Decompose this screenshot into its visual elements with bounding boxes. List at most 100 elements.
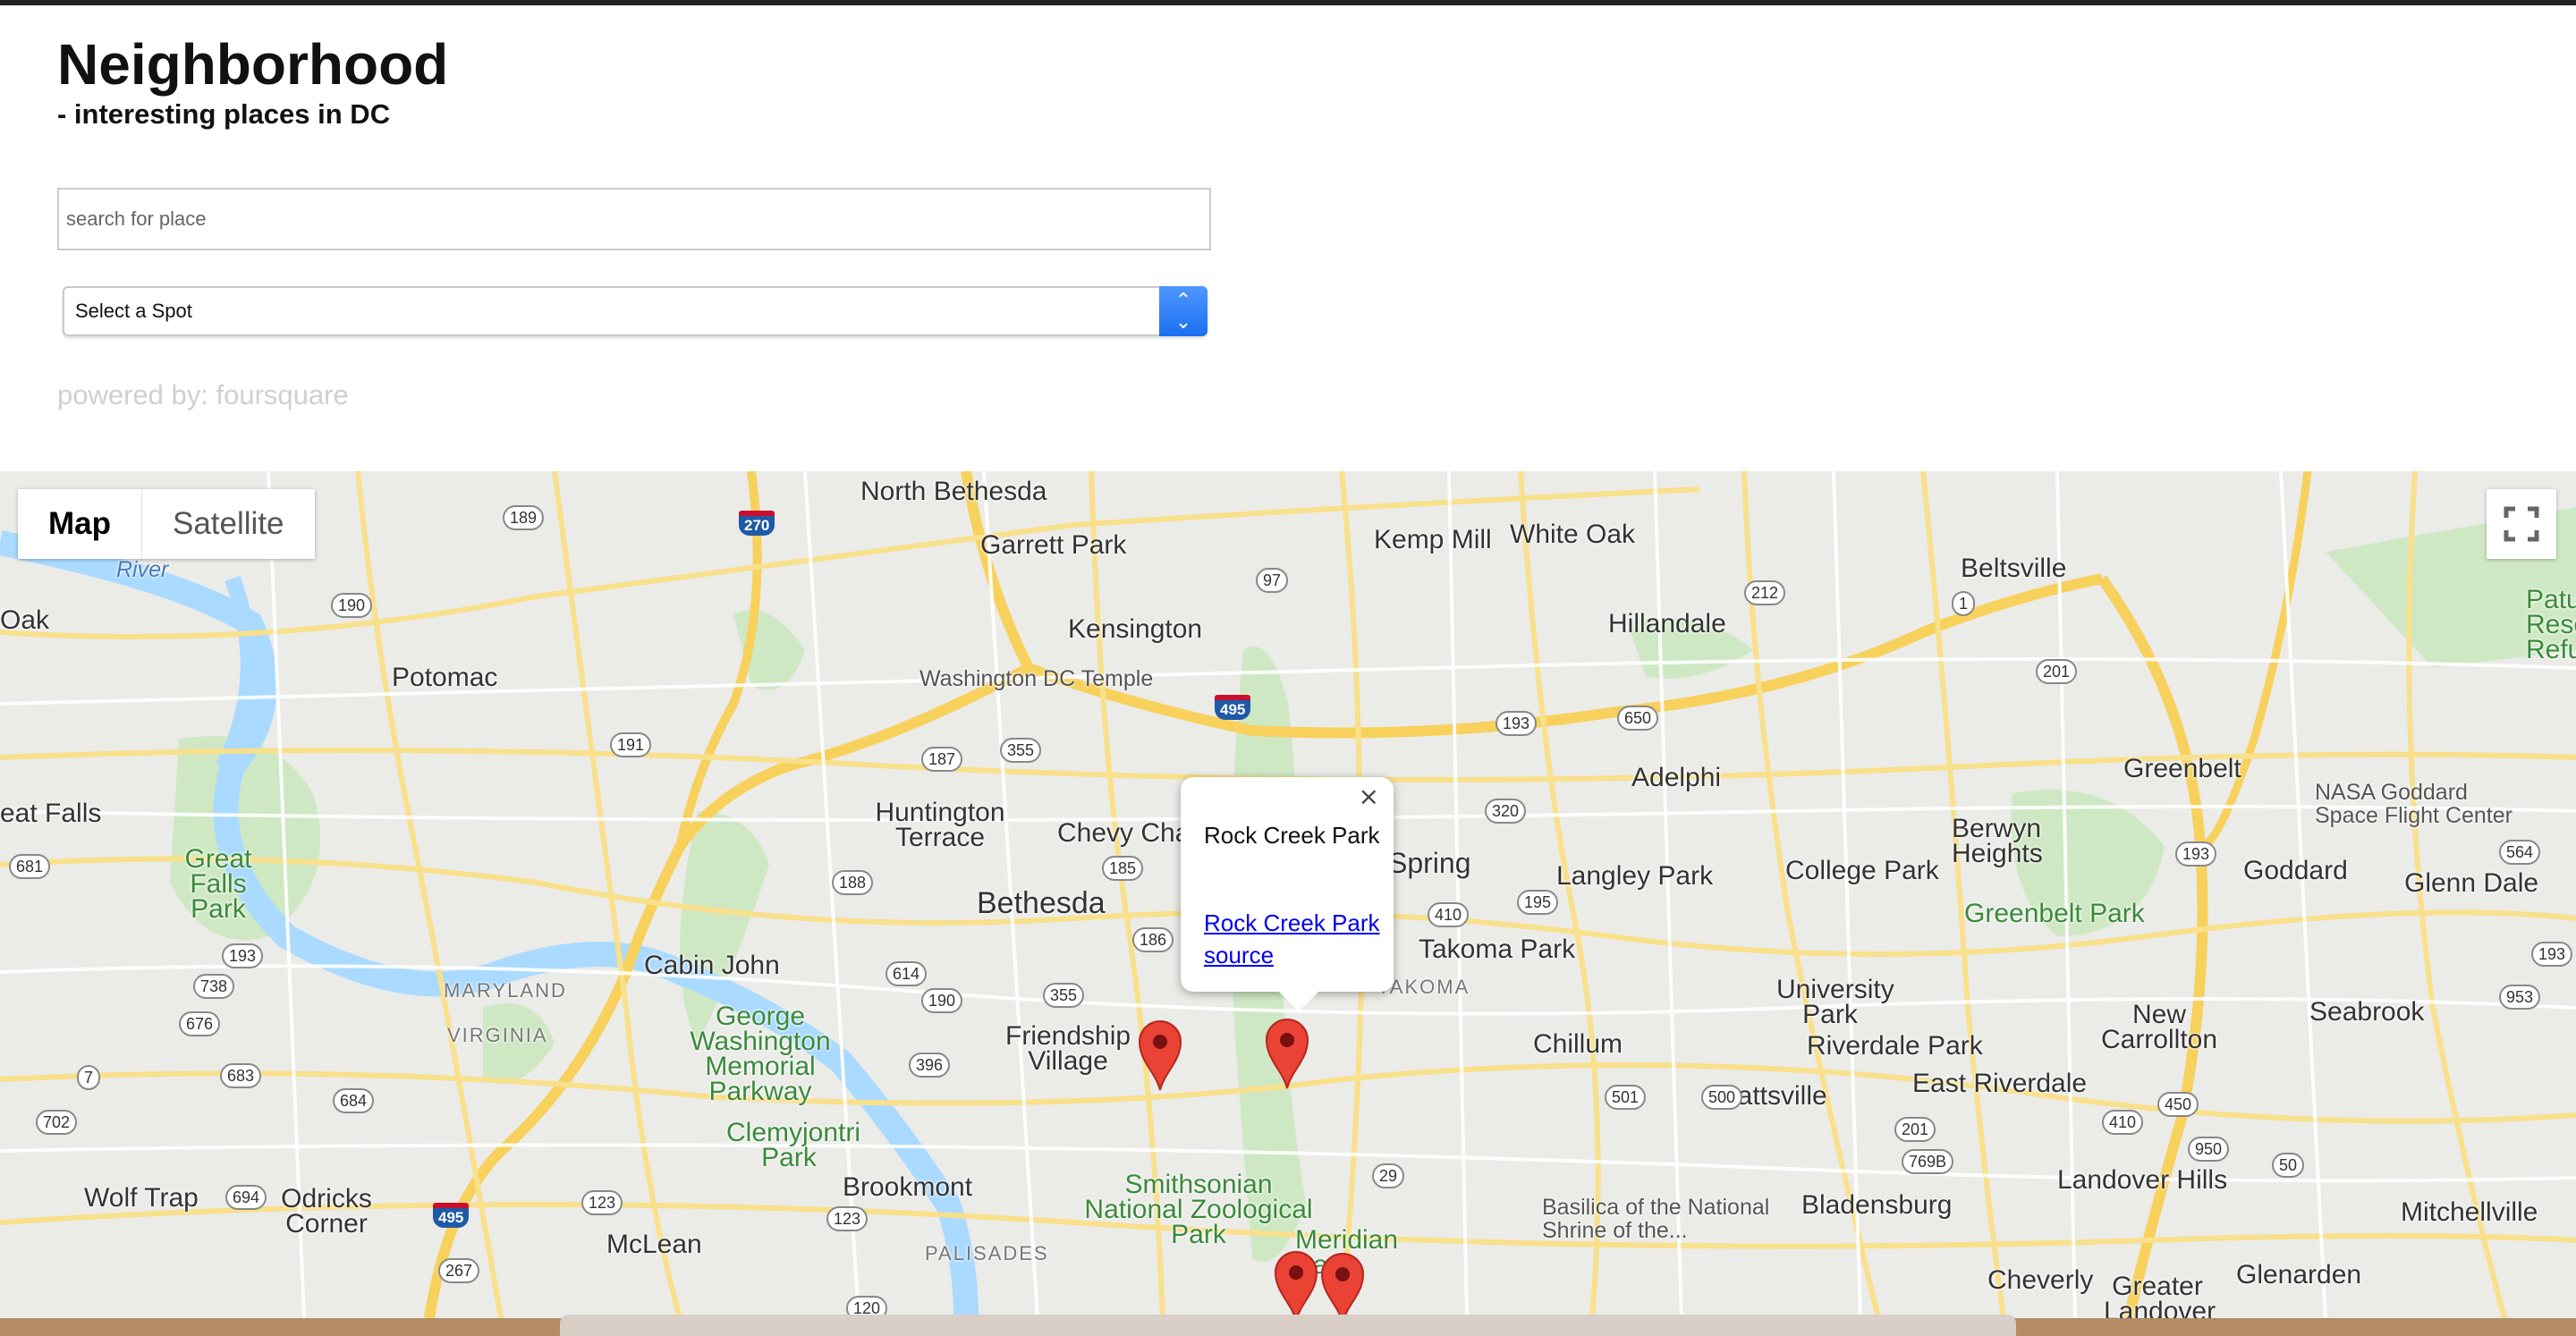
route-shield: 188	[832, 870, 874, 895]
fullscreen-button[interactable]	[2487, 489, 2556, 559]
map-label: Huntington Terrace	[875, 798, 1005, 852]
map-marker[interactable]	[1274, 1251, 1318, 1318]
spot-select[interactable]: Select a Spot ⌃ ⌄	[63, 286, 1208, 336]
map-label: Smithsonian National Zoological Park	[1084, 1170, 1313, 1249]
route-shield: 123	[826, 1206, 869, 1231]
info-window-title: Rock Creek Park	[1204, 822, 1380, 849]
map-label: Beltsville	[1961, 554, 2067, 583]
map-canvas[interactable]: North Bethesda Garrett Park Kemp Mill Wh…	[0, 471, 2576, 1318]
map-label: Goddard	[2243, 856, 2348, 885]
route-shield: 193	[2531, 942, 2573, 967]
route-shield: 29	[1372, 1163, 1405, 1188]
header: Neighborhood - interesting places in DC	[57, 32, 448, 132]
info-window-source-link[interactable]: source	[1204, 942, 1274, 969]
map-label: Cabin John	[644, 951, 780, 980]
map-label: North Bethesda	[860, 477, 1047, 506]
map-label: NASA Goddard Space Flight Center	[2315, 780, 2512, 828]
route-shield: 950	[2188, 1137, 2230, 1162]
map-label: Landover Hills	[2057, 1165, 2228, 1195]
route-shield: 410	[1428, 902, 1470, 927]
route-shield: 953	[2499, 985, 2541, 1010]
interstate-shield: 495	[1215, 695, 1251, 720]
map-label: Mitchellville	[2401, 1197, 2538, 1227]
map-label: Spring	[1388, 847, 1471, 879]
route-shield: 185	[1102, 856, 1144, 881]
route-shield: 201	[2036, 659, 2078, 684]
map-label: Garrett Park	[980, 530, 1127, 560]
route-shield: 201	[1894, 1117, 1936, 1142]
route-shield: 267	[438, 1258, 480, 1283]
route-shield: 450	[2157, 1092, 2199, 1117]
route-shield: 500	[1701, 1085, 1743, 1110]
route-shield: 501	[1605, 1085, 1647, 1110]
powered-by-text: powered by: foursquare	[57, 379, 349, 410]
map-label: River	[116, 557, 169, 582]
map-label: Kensington	[1068, 614, 1203, 644]
route-shield: 683	[220, 1063, 262, 1088]
page-title: Neighborhood	[57, 32, 449, 97]
route-shield: 355	[1043, 983, 1085, 1008]
route-shield: 195	[1517, 890, 1559, 915]
window-top-border	[0, 0, 2576, 5]
search-input[interactable]	[57, 188, 1211, 250]
route-shield: 614	[886, 961, 928, 986]
route-shield: 97	[1256, 568, 1289, 593]
map-label: Clemyjontri Park	[726, 1118, 861, 1172]
route-shield: 410	[2102, 1110, 2144, 1135]
map-label: Brookmont	[843, 1172, 973, 1202]
close-icon[interactable]: ×	[1353, 781, 1385, 812]
map-type-satellite-button[interactable]: Satellite	[142, 489, 315, 559]
map-label: Kemp Mill	[1374, 525, 1492, 554]
map-marker[interactable]	[1320, 1253, 1365, 1318]
chevron-updown-icon: ⌃ ⌄	[1159, 286, 1208, 336]
route-shield: 676	[179, 1011, 221, 1036]
map-label: McLean	[606, 1230, 702, 1259]
route-shield: 694	[225, 1185, 267, 1210]
route-shield: 650	[1617, 706, 1659, 731]
map-label: Riverdale Park	[1807, 1031, 1983, 1061]
map-label: Chillum	[1533, 1029, 1623, 1059]
route-shield: 190	[921, 988, 963, 1013]
map-label: Washington DC Temple	[919, 666, 1154, 691]
info-window-place-link[interactable]: Rock Creek Park	[1204, 909, 1380, 937]
map-label: Odricks Corner	[281, 1184, 372, 1239]
map-label: University Park	[1776, 975, 1894, 1029]
interstate-shield: 270	[739, 511, 775, 536]
fullscreen-icon	[2504, 506, 2539, 542]
map-label: Glenarden	[2236, 1260, 2362, 1289]
map-label: College Park	[1785, 856, 1939, 885]
map-type-control: Map Satellite	[18, 489, 315, 559]
route-shield: 1	[1952, 591, 1976, 616]
route-shield: 769B	[1902, 1149, 1954, 1174]
map-label: MARYLAND	[444, 979, 567, 1002]
map-label: Oak	[0, 605, 50, 635]
interstate-shield: 495	[433, 1203, 470, 1228]
page-subtitle: - interesting places in DC	[57, 98, 391, 130]
map-label: PALISADES	[925, 1242, 1049, 1264]
route-shield: 123	[581, 1190, 623, 1215]
map-label: White Oak	[1510, 520, 1636, 549]
map-marker[interactable]	[1138, 1020, 1182, 1092]
map-label: VIRGINIA	[447, 1024, 548, 1046]
map-marker[interactable]	[1265, 1019, 1309, 1090]
route-shield: 396	[909, 1053, 951, 1078]
map-label: Cheverly	[1987, 1265, 2094, 1295]
route-shield: 564	[2499, 840, 2541, 865]
map-label: Potomac	[392, 663, 498, 692]
route-shield: 681	[9, 854, 51, 879]
route-shield: 212	[1744, 580, 1786, 605]
route-shield: 191	[610, 732, 652, 757]
map-label: Greenbelt	[2123, 754, 2241, 783]
map-label: Glenn Dale	[2404, 868, 2539, 898]
map-label: Hillandale	[1608, 609, 1726, 638]
route-shield: 320	[1485, 799, 1527, 824]
map-type-map-button[interactable]: Map	[18, 489, 142, 559]
map-label: New Carrollton	[2100, 1000, 2218, 1054]
info-window: × Rock Creek Park Rock Creek Park source	[1181, 777, 1394, 1011]
map-label: Berwyn Heights	[1952, 814, 2043, 868]
route-shield: 193	[1496, 711, 1538, 736]
route-shield: 193	[2175, 841, 2217, 867]
map-label: Greenbelt Park	[1964, 899, 2145, 928]
map-label: Adelphi	[1631, 763, 1722, 792]
map-label: Wolf Trap	[84, 1183, 199, 1213]
